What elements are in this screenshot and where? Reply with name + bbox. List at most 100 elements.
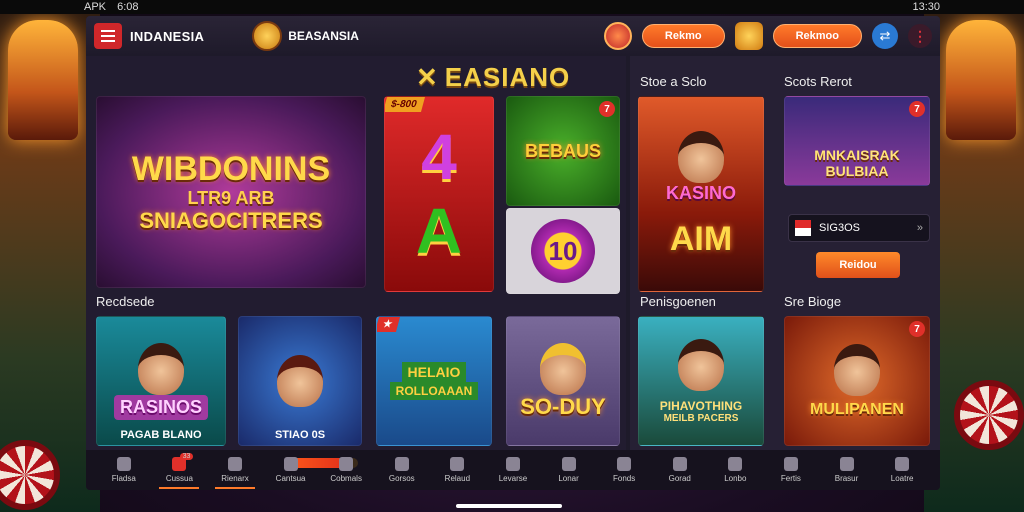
tile-subtitle: LTR9 ARB	[187, 187, 275, 208]
tile-caption: PAGAB BLANO	[120, 429, 202, 441]
bottom-nav: Fladsa Cussua 33 Rienarx Cantsua Cobmals Gorso…	[86, 450, 940, 490]
tile-digit: 4	[421, 121, 457, 193]
tile-caption: STIAO 0S	[274, 429, 326, 441]
nav-item-lonbo[interactable]: Lonbo	[709, 457, 761, 483]
tile-title: WIBDONINS	[131, 150, 331, 189]
game-tile-mulip[interactable]: 7 MULIPANEN	[784, 316, 930, 446]
nav-icon	[728, 457, 743, 471]
tile-title: RASINOS	[113, 394, 208, 420]
tile-subtitle-2: SNIAGOCITRERS	[139, 207, 323, 233]
nav-icon	[783, 457, 798, 471]
status-bar: APK 6:08 13:30	[0, 0, 1024, 14]
more-icon[interactable]: ⋮	[908, 24, 932, 48]
brand-secondary: BEASANSIA	[288, 29, 359, 43]
nav-icon	[394, 457, 409, 471]
nav-label: Fertis	[780, 474, 801, 483]
tile-title: MULIPANEN	[810, 400, 904, 418]
nav-label: Fonds	[613, 474, 636, 483]
nav-icon	[839, 457, 854, 471]
game-tile-mnkaisrak[interactable]: 7 MNKAISRAK BULBIAA	[784, 96, 930, 186]
game-tile-red[interactable]: $-800 4 A	[384, 96, 494, 292]
section-label-4: Penisgoenen	[640, 294, 716, 309]
action-button[interactable]: Reidou	[816, 252, 900, 278]
nav-item-cussua[interactable]: Cussua 33	[153, 453, 205, 489]
ten-ball: 10	[531, 219, 595, 283]
nav-item-relaud[interactable]: Relaud	[431, 457, 483, 483]
nav-item-fladsa[interactable]: Fladsa	[98, 457, 150, 483]
search-value: SIG3OS	[819, 222, 860, 234]
nav-label: Lonbo	[724, 474, 747, 483]
game-tile-soduy[interactable]: SO-DUY	[506, 316, 620, 446]
status-right-time: 13:30	[912, 1, 940, 13]
notification-badge: 7	[599, 101, 615, 117]
search-input[interactable]: SIG3OS »	[788, 214, 930, 242]
nav-icon	[672, 457, 687, 471]
tile-subtitle: AIM	[669, 219, 733, 258]
character-avatar	[834, 343, 880, 396]
nav-item-gorsos[interactable]: Gorsos	[376, 457, 428, 483]
tile-title: HELAIO	[401, 362, 467, 382]
register-button[interactable]: Rekmoo	[772, 24, 862, 48]
nav-item-levarse[interactable]: Levarse	[487, 457, 539, 483]
menu-button[interactable]	[94, 23, 122, 49]
nav-item-rienarx[interactable]: Rienarx	[209, 457, 261, 489]
trophy-icon[interactable]	[734, 22, 763, 50]
nav-icon	[505, 457, 520, 471]
nav-label: Rienarx	[221, 474, 249, 483]
nav-icon	[561, 457, 576, 471]
share-icon[interactable]: ⇄	[872, 23, 898, 49]
character-avatar	[678, 130, 724, 183]
nav-icon	[283, 457, 298, 471]
top-bar: INDANESIA BEASANSIA Rekmo Rekmoo ⇄ ⋮	[86, 16, 940, 56]
nav-label: Cobmals	[330, 474, 362, 483]
home-indicator[interactable]	[456, 504, 562, 508]
status-time: 6:08	[117, 1, 139, 13]
game-tile-kasino[interactable]: KASINO AIM	[638, 96, 764, 292]
slot-machine-icon	[8, 20, 78, 140]
gift-icon[interactable]	[603, 22, 632, 50]
section-label-2: Scots Rerot	[784, 74, 852, 89]
brand-name: INDANESIA	[130, 28, 205, 44]
logo-icon[interactable]	[252, 21, 283, 51]
nav-label: Cantsua	[275, 474, 306, 483]
character-avatar	[277, 355, 323, 407]
nav-item-fonds[interactable]: Fonds	[598, 457, 650, 483]
game-tile-rollo[interactable]: ★ HELAIO ROLLOAAAN	[376, 316, 492, 446]
tile-tag: $-800	[385, 97, 425, 112]
nav-item-brasur[interactable]: Brasur	[821, 457, 873, 483]
tile-title: SO-DUY	[520, 394, 606, 420]
nav-icon	[116, 457, 131, 471]
nav-item-gorad[interactable]: Gorad	[654, 457, 706, 483]
nav-icon	[339, 457, 354, 471]
tile-subtitle: ROLLOAAAN	[389, 382, 479, 400]
tile-letter: A	[415, 195, 463, 267]
nav-label: Relaud	[444, 474, 471, 483]
game-tile-ten[interactable]: 10	[506, 208, 620, 294]
deposit-button[interactable]: Rekmo	[641, 24, 725, 48]
nav-label: Lonar	[558, 474, 579, 483]
nav-item-cobmals[interactable]: Cobmals	[320, 457, 372, 483]
nav-item-lonar[interactable]: Lonar	[543, 457, 595, 483]
nav-label: Brasur	[834, 474, 859, 483]
game-tile-hero[interactable]: WIBDONINS LTR9 ARB SNIAGOCITRERS	[96, 96, 366, 288]
game-tile-girl[interactable]: STIAO 0S	[238, 316, 362, 446]
nav-item-cantsua[interactable]: Cantsua	[265, 457, 317, 483]
game-tile-green[interactable]: 7 BEBAUS	[506, 96, 620, 206]
nav-label: Gorsos	[388, 474, 415, 483]
section-label-3: Recdsede	[96, 294, 155, 309]
section-label-5: Sre Bioge	[784, 294, 842, 309]
nav-item-fertis[interactable]: Fertis	[765, 457, 817, 483]
main-content: ✕ EASIANO Stoe a Sclo Scots Rerot Recdsed…	[86, 56, 940, 450]
nav-label: Fladsa	[111, 474, 136, 483]
nav-icon	[227, 457, 242, 471]
game-tile-phrav[interactable]: PIHAVOTHING MEILB PACERS	[638, 316, 764, 446]
notification-badge: 7	[909, 321, 925, 337]
nav-badge: 33	[179, 453, 194, 460]
character-avatar	[540, 343, 586, 396]
nav-label: Levarse	[498, 474, 528, 483]
nav-item-loatre[interactable]: Loatre	[876, 457, 928, 483]
nav-label: Loatre	[890, 474, 914, 483]
nav-icon	[617, 457, 632, 471]
game-tile-rasinos[interactable]: RASINOS PAGAB BLANO	[96, 316, 226, 446]
nav-icon	[450, 457, 465, 471]
